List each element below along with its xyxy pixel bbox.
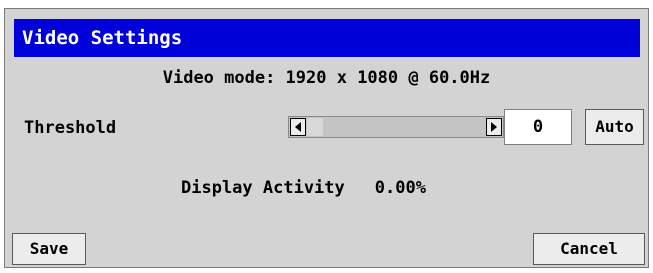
threshold-value-input[interactable] [504,109,572,145]
display-activity-value: 0.00% [374,178,426,198]
window-title: Video Settings [22,27,183,49]
save-button[interactable]: Save [12,233,86,265]
video-mode-text: Video mode: 1920 x 1080 @ 60.0Hz [162,68,491,88]
window-title-bar: Video Settings [14,19,640,57]
threshold-increase-button[interactable] [486,118,502,136]
arrow-left-icon [295,122,301,132]
display-activity-label: Display Activity [181,178,345,198]
display-activity: Display Activity 0.00% [181,177,426,199]
auto-button[interactable]: Auto [585,109,644,145]
arrow-right-icon [491,122,497,132]
threshold-label: Threshold [24,118,117,138]
video-settings-window: Video Settings Video mode: 1920 x 1080 @… [4,8,649,268]
threshold-scroll-thumb[interactable] [307,118,323,136]
cancel-button[interactable]: Cancel [533,233,645,265]
threshold-scrollbar[interactable] [288,116,504,138]
threshold-decrease-button[interactable] [290,118,306,136]
